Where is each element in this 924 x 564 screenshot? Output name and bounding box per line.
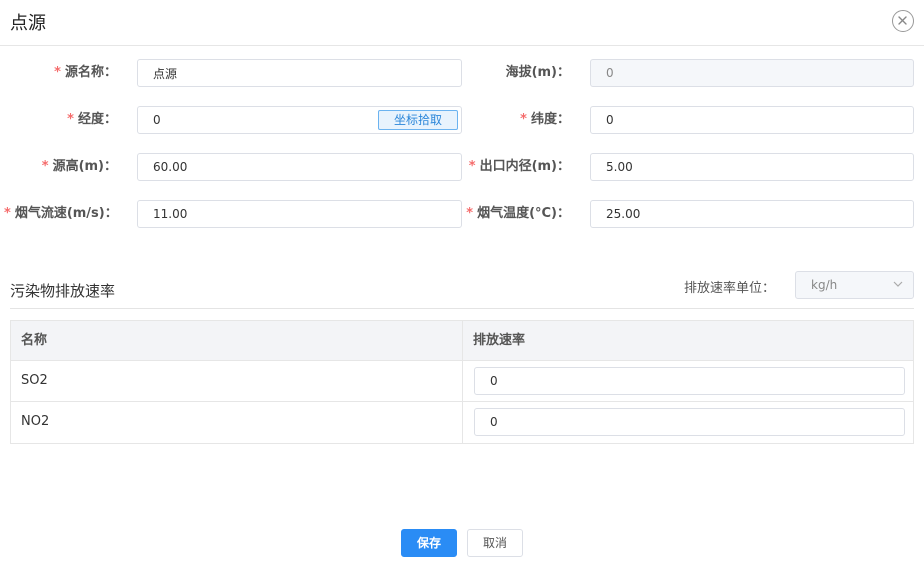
unit-label: 排放速率单位： [684,281,776,296]
column-header-name: 名称 [11,321,463,360]
pollutant-section-title: 污染物排放速率 [10,282,116,300]
pollutant-table: 名称 排放速率 SO2 NO2 [10,320,914,444]
gas-velocity-label: * 烟气流速(m/s)： [4,206,118,221]
close-button[interactable] [892,10,914,32]
unit-select-value: kg/h [811,278,838,292]
altitude-input [590,59,914,87]
save-button[interactable]: 保存 [401,529,457,557]
required-mark: * [466,206,474,221]
outlet-diameter-input[interactable] [590,153,914,181]
longitude-label: * 经度： [67,112,117,127]
required-mark: * [41,159,49,174]
gas-temperature-label: * 烟气温度(°C)： [466,206,570,221]
altitude-label: 海拔(m)： [505,65,570,80]
table-header-row: 名称 排放速率 [11,321,913,361]
required-mark: * [4,206,11,221]
dialog-title: 点源 [10,13,46,34]
pollutant-name: SO2 [11,361,463,401]
dialog-header: 点源 [0,0,924,46]
close-icon [898,16,907,25]
outlet-diameter-label: * 出口内径(m)： [468,159,570,174]
required-mark: * [67,112,74,127]
height-label: * 源高(m)： [41,159,117,174]
gas-temperature-input[interactable] [590,200,914,228]
name-input[interactable] [137,59,462,87]
coordinate-pick-button[interactable]: 坐标拾取 [378,110,458,130]
chevron-down-icon [893,281,903,287]
section-divider [10,308,914,309]
required-mark: * [468,159,476,174]
column-header-rate: 排放速率 [473,333,526,348]
required-mark: * [54,65,61,80]
latitude-label: * 纬度： [520,112,570,127]
height-input[interactable] [137,153,462,181]
unit-select: kg/h [795,271,914,299]
gas-velocity-input[interactable] [137,200,462,228]
required-mark: * [520,112,527,127]
table-row: NO2 [11,402,913,443]
pollutant-name: NO2 [11,402,463,443]
latitude-input[interactable] [590,106,914,134]
cancel-button[interactable]: 取消 [467,529,523,557]
table-row: SO2 [11,361,913,402]
name-label: * 源名称： [54,65,117,80]
emission-rate-input[interactable] [474,408,905,436]
emission-rate-input[interactable] [474,367,905,395]
